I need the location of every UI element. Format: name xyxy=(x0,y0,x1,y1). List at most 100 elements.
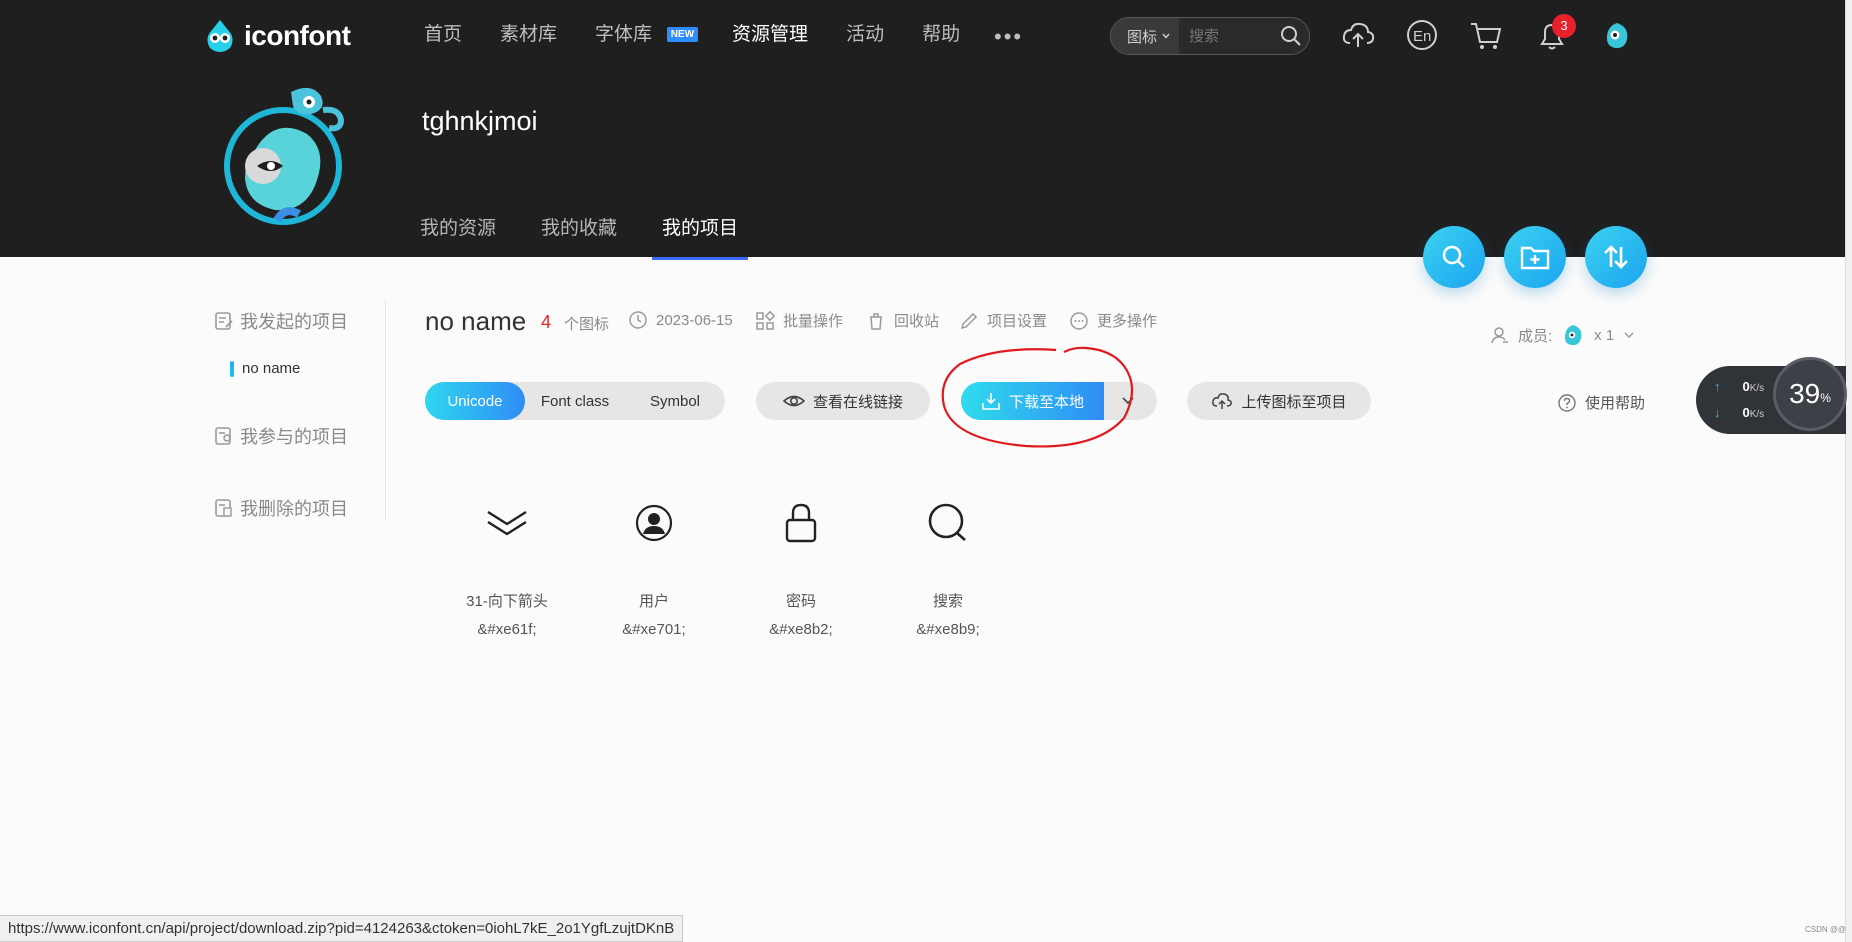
user-avatar[interactable] xyxy=(1599,17,1635,53)
chevron-down-icon xyxy=(1162,33,1170,39)
icon-card[interactable]: 31-向下箭头 &#xe61f; xyxy=(442,500,572,638)
sidebar-item-deleted-projects[interactable]: 我删除的项目 xyxy=(214,495,348,521)
upload-to-project-label: 上传图标至项目 xyxy=(1241,393,1347,411)
memory-usage-gauge[interactable]: 39% xyxy=(1773,357,1847,431)
sort-button[interactable] xyxy=(1585,226,1647,288)
folder-add-icon xyxy=(1520,246,1550,270)
nav-fonts-label: 字体库 xyxy=(595,24,653,45)
notification-badge: 3 xyxy=(1552,14,1576,38)
sidebar-item-created-projects[interactable]: 我发起的项目 xyxy=(214,308,348,334)
download-local-button[interactable]: 下载至本地 xyxy=(961,382,1104,420)
mode-font-class[interactable]: Font class xyxy=(525,382,625,420)
mode-unicode[interactable]: Unicode xyxy=(425,382,525,420)
recycle-bin-button[interactable]: 回收站 xyxy=(866,310,939,331)
language-en-icon[interactable]: En xyxy=(1404,17,1440,53)
sidebar-project-no-name[interactable]: no name xyxy=(230,360,300,377)
tab-my-resources[interactable]: 我的资源 xyxy=(420,213,496,259)
nav-activities[interactable]: 活动 xyxy=(846,22,884,48)
recycle-bin-label: 回收站 xyxy=(894,313,940,330)
download-speed: ↓ 0K/s xyxy=(1714,405,1764,420)
scrollbar[interactable] xyxy=(1845,0,1852,942)
sidebar-item-label: 我发起的项目 xyxy=(240,312,348,332)
svg-text:En: En xyxy=(1413,28,1431,45)
batch-operation-button[interactable]: 批量操作 xyxy=(755,310,843,331)
search-type-select[interactable]: 图标 xyxy=(1111,18,1180,54)
upload-to-project-button[interactable]: 上传图标至项目 xyxy=(1187,382,1371,420)
icon-code: &#xe61f; xyxy=(477,621,537,638)
brand-name: iconfont xyxy=(244,20,351,51)
mode-symbol[interactable]: Symbol xyxy=(625,382,725,420)
project-settings-label: 项目设置 xyxy=(987,313,1048,330)
search-type-label: 图标 xyxy=(1127,28,1158,46)
icon-code: &#xe8b2; xyxy=(769,621,833,638)
sidebar-item-joined-projects[interactable]: 我参与的项目 xyxy=(214,423,348,449)
project-date: 2023-06-15 xyxy=(628,310,733,330)
nav-materials[interactable]: 素材库 xyxy=(500,22,557,48)
icon-card[interactable]: 密码 &#xe8b2; xyxy=(736,500,866,638)
project-trash-icon xyxy=(215,499,232,517)
icon-name: 31-向下箭头 xyxy=(466,593,548,610)
search-box: 图标 xyxy=(1110,17,1310,55)
profile-tabs: 我的资源 我的收藏 我的项目 xyxy=(420,213,783,260)
upload-speed: ↑ 0K/s xyxy=(1714,379,1764,394)
nav-home[interactable]: 首页 xyxy=(424,22,462,48)
arrow-up-icon: ↑ xyxy=(1714,379,1721,394)
project-settings-button[interactable]: 项目设置 xyxy=(959,310,1047,331)
members-label: 成员: xyxy=(1518,327,1553,345)
chevron-down-icon xyxy=(1624,332,1634,338)
top-navigation: 首页 素材库 字体库 NEW 资源管理 活动 帮助 xyxy=(424,22,998,48)
more-menu-icon[interactable]: ••• xyxy=(994,24,1023,50)
browser-status-url: https://www.iconfont.cn/api/project/down… xyxy=(0,915,684,942)
icon-name: 用户 xyxy=(638,593,669,610)
project-sidebar: 我发起的项目 no name 我参与的项目 我删除的项目 xyxy=(200,300,386,520)
download-speed-value: 0 xyxy=(1742,405,1750,420)
memory-usage-unit: % xyxy=(1820,391,1831,405)
icon-card[interactable]: 搜索 &#xe8b9; xyxy=(883,500,1013,638)
project-title: no name xyxy=(425,306,527,336)
upload-cloud-icon[interactable] xyxy=(1340,17,1376,53)
more-actions-button[interactable]: 更多操作 xyxy=(1069,310,1157,331)
icon-card[interactable]: 用户 &#xe701; xyxy=(589,500,719,638)
lock-icon xyxy=(785,503,817,543)
new-project-button[interactable] xyxy=(1504,226,1566,288)
more-actions-label: 更多操作 xyxy=(1097,313,1158,330)
sidebar-item-label: 我参与的项目 xyxy=(240,427,348,447)
eye-icon xyxy=(782,395,805,407)
tab-my-favorites[interactable]: 我的收藏 xyxy=(541,213,617,259)
upload-speed-unit: K/s xyxy=(1749,383,1765,394)
view-online-link-button[interactable]: 查看在线链接 xyxy=(756,382,930,420)
project-doc-icon xyxy=(215,312,233,330)
nav-resource-management[interactable]: 资源管理 xyxy=(732,22,808,48)
nav-help[interactable]: 帮助 xyxy=(922,22,960,48)
icon-code: &#xe8b9; xyxy=(916,621,980,638)
search-icon[interactable] xyxy=(1279,24,1303,48)
search-project-button[interactable] xyxy=(1423,226,1485,288)
watermark: CSDN @@ xyxy=(1805,925,1847,934)
download-speed-unit: K/s xyxy=(1749,409,1765,420)
project-date-text: 2023-06-15 xyxy=(656,311,733,329)
active-indicator xyxy=(230,360,234,377)
tab-my-projects[interactable]: 我的项目 xyxy=(652,213,749,260)
iconfont-logo[interactable]: iconfont xyxy=(202,16,351,56)
upload-speed-value: 0 xyxy=(1742,379,1750,394)
trash-icon xyxy=(870,312,882,330)
nav-fonts[interactable]: 字体库 NEW xyxy=(595,22,699,48)
download-local-label: 下载至本地 xyxy=(1008,393,1084,411)
members-selector[interactable]: 成员: x 1 xyxy=(1490,322,1636,348)
search-icon xyxy=(928,503,966,541)
network-speed-widget: ↑ 0K/s ↓ 0K/s 39% xyxy=(1696,357,1847,434)
search-input[interactable] xyxy=(1189,27,1278,45)
grid-icon xyxy=(756,310,775,330)
view-online-link-label: 查看在线链接 xyxy=(812,393,903,411)
memory-usage-value: 39 xyxy=(1789,378,1821,409)
help-link[interactable]: 使用帮助 xyxy=(1557,392,1645,413)
icon-name: 密码 xyxy=(785,593,816,610)
arrow-down-icon: ↓ xyxy=(1714,405,1721,420)
icon-count: 4 xyxy=(541,312,552,332)
download-split-button: 下载至本地 xyxy=(961,382,1157,420)
download-options-chevron-icon[interactable] xyxy=(1119,392,1137,410)
member-avatar xyxy=(1565,325,1582,346)
code-mode-toggle: Unicode Font class Symbol xyxy=(425,382,725,420)
profile-avatar xyxy=(224,87,345,225)
cart-icon[interactable] xyxy=(1468,17,1504,53)
